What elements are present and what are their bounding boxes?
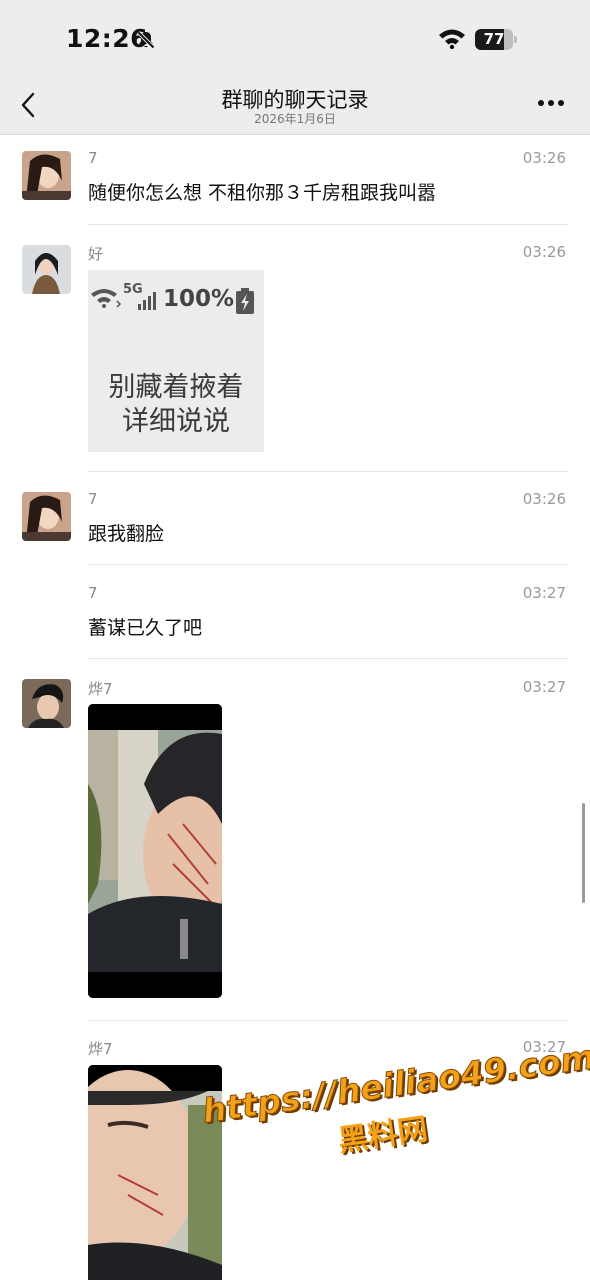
message-text[interactable]: 随便你怎么想 不租你那３千房租跟我叫嚣 bbox=[88, 178, 436, 205]
message-item: 7 03:26 随便你怎么想 不租你那３千房租跟我叫嚣 bbox=[0, 135, 590, 225]
sender-name: 7 bbox=[88, 584, 98, 602]
nav-bar: 群聊的聊天记录 2026年1月6日 bbox=[0, 76, 590, 135]
message-item: 7 03:26 跟我翻脸 bbox=[0, 472, 590, 565]
message-time: 03:27 bbox=[522, 584, 566, 602]
avatar[interactable] bbox=[22, 151, 71, 200]
message-item: 好 03:26 5G 100% 别藏着掖着 详细说说 bbox=[0, 225, 590, 472]
bell-muted-icon bbox=[137, 31, 155, 49]
photo-message[interactable] bbox=[88, 704, 222, 998]
sender-name: 7 bbox=[88, 149, 98, 167]
battery-indicator: 77 bbox=[475, 29, 517, 50]
sender-name: 7 bbox=[88, 490, 98, 508]
wifi-icon bbox=[439, 29, 465, 49]
message-item: 烨7 03:27 bbox=[0, 659, 590, 1021]
avatar[interactable] bbox=[22, 492, 71, 541]
battery-charging-icon bbox=[236, 288, 254, 314]
sender-name: 烨7 bbox=[88, 1040, 113, 1058]
avatar[interactable] bbox=[22, 679, 71, 728]
message-time: 03:26 bbox=[522, 490, 566, 508]
wifi-icon bbox=[91, 289, 122, 308]
more-options-icon[interactable] bbox=[538, 100, 564, 108]
message-item: 7 03:27 蓄谋已久了吧 bbox=[0, 565, 590, 659]
sender-name: 烨7 bbox=[88, 680, 113, 698]
message-text[interactable]: 蓄谋已久了吧 bbox=[88, 613, 202, 640]
message-time: 03:27 bbox=[522, 678, 566, 696]
battery-percent: 77 bbox=[483, 30, 505, 48]
message-time: 03:26 bbox=[522, 149, 566, 167]
message-text[interactable]: 跟我翻脸 bbox=[88, 519, 164, 546]
status-bar: 12:26 77 bbox=[0, 0, 590, 76]
sender-name: 好 bbox=[88, 245, 104, 263]
avatar[interactable] bbox=[22, 245, 71, 294]
scrollbar[interactable] bbox=[582, 803, 585, 903]
page-subtitle-date: 2026年1月6日 bbox=[254, 112, 336, 126]
message-time: 03:26 bbox=[522, 243, 566, 261]
sticker-image[interactable]: 5G 100% 别藏着掖着 详细说说 bbox=[88, 270, 264, 452]
signal-icon bbox=[138, 292, 156, 310]
sticker-percent: 100% bbox=[163, 286, 235, 312]
sticker-text-line2: 详细说说 bbox=[122, 406, 230, 437]
